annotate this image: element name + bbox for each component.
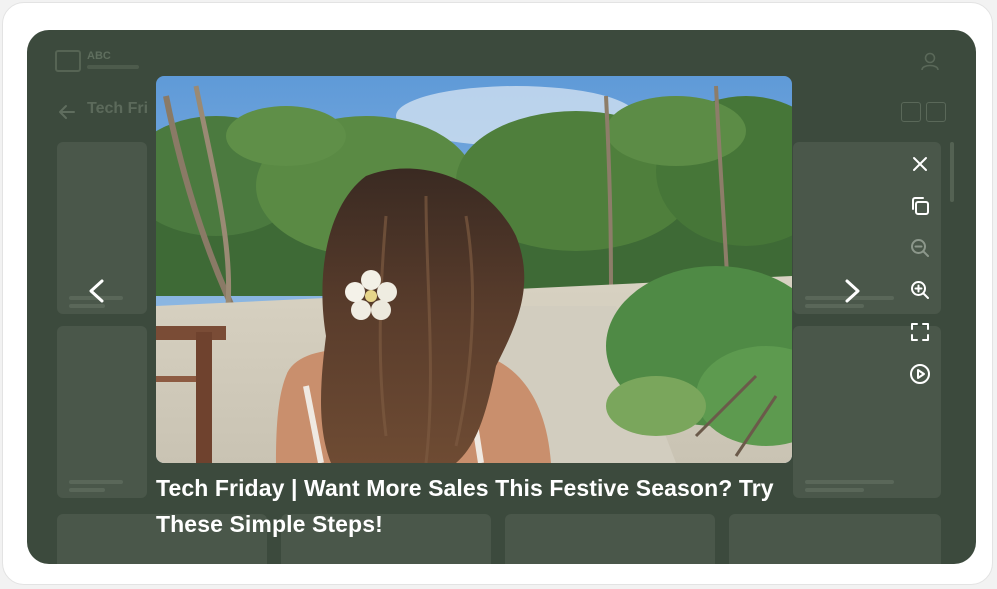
fullscreen-icon[interactable] <box>908 320 932 344</box>
page-title: Tech Fri <box>87 100 149 117</box>
lightbox-image <box>156 76 792 463</box>
close-icon[interactable] <box>908 152 932 176</box>
chevron-left-icon[interactable] <box>82 276 112 306</box>
app-frame: ABC Tech Fri Tech Friday | Want More Sal… <box>27 30 976 564</box>
gallery-tile[interactable] <box>793 326 941 498</box>
image-caption: Tech Friday | Want More Sales This Festi… <box>156 475 774 537</box>
logo-subtitle <box>87 65 139 69</box>
zoom-out-icon[interactable] <box>908 236 932 260</box>
logo-text: ABC <box>87 50 111 62</box>
copy-icon[interactable] <box>908 194 932 218</box>
grid-view-button[interactable] <box>901 102 921 122</box>
gallery-tile[interactable] <box>57 326 147 498</box>
play-slideshow-icon[interactable] <box>908 362 932 386</box>
back-arrow-icon[interactable] <box>57 102 77 122</box>
zoom-in-icon[interactable] <box>908 278 932 302</box>
chevron-right-icon[interactable] <box>837 276 867 306</box>
list-view-button[interactable] <box>926 102 946 122</box>
user-avatar-icon[interactable] <box>919 50 941 72</box>
outer-card: ABC Tech Fri Tech Friday | Want More Sal… <box>2 2 993 585</box>
logo-icon <box>55 50 81 72</box>
scrollbar[interactable] <box>950 142 954 202</box>
